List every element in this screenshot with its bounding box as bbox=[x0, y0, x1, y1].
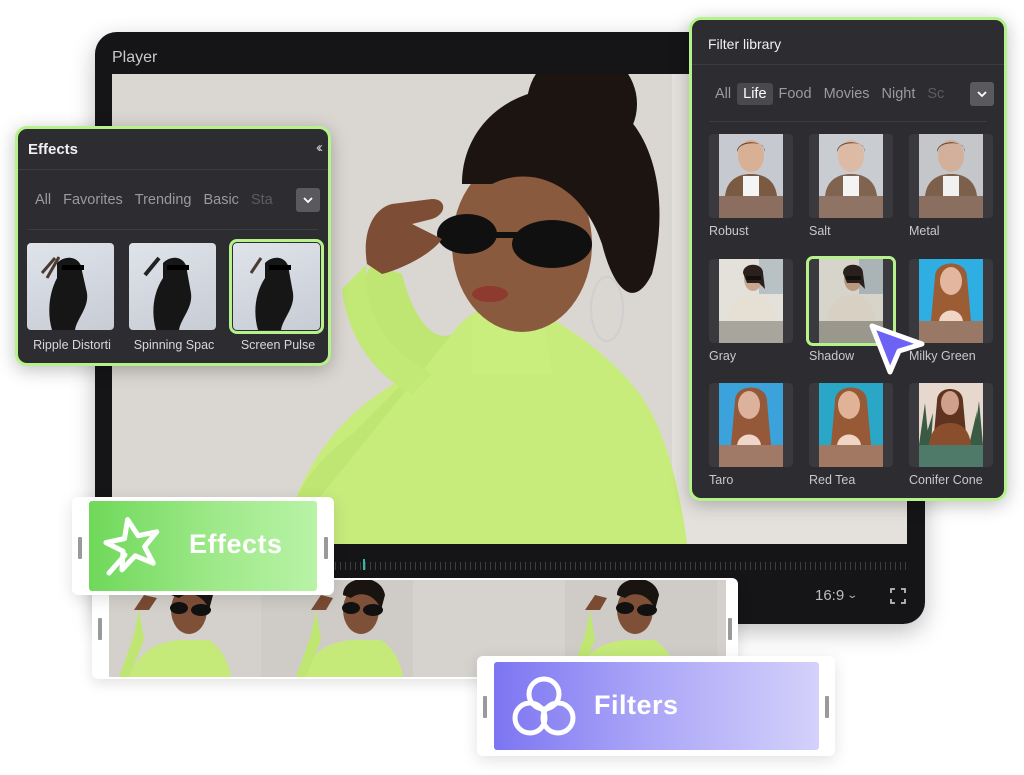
tabs-more-button[interactable] bbox=[296, 188, 320, 212]
filter-label: Gray bbox=[709, 349, 737, 363]
tab-night[interactable]: Night bbox=[876, 83, 922, 105]
effect-item-spinning-space[interactable]: Spinning Spac bbox=[129, 243, 219, 352]
fullscreen-icon[interactable] bbox=[890, 588, 906, 604]
aspect-ratio-value: 16:9 bbox=[815, 587, 845, 604]
effects-panel: Effects ‹‹ All Favorites Trending Basic … bbox=[15, 126, 331, 366]
filter-item-salt[interactable]: Salt bbox=[809, 134, 899, 238]
effects-panel-title: Effects bbox=[28, 141, 79, 158]
effect-label: Ripple Distorti bbox=[33, 338, 111, 352]
tab-life[interactable]: Life bbox=[737, 83, 773, 105]
timeline-ruler[interactable] bbox=[335, 562, 910, 570]
filter-label: Metal bbox=[909, 224, 940, 238]
filter-item-conifer-cone[interactable]: Conifer Cone bbox=[909, 383, 999, 487]
effect-thumbnail bbox=[229, 239, 324, 334]
clip-left-handle[interactable] bbox=[98, 618, 102, 640]
divider bbox=[709, 121, 987, 122]
filter-item-gray[interactable]: Gray bbox=[709, 259, 799, 363]
filter-item-robust[interactable]: Robust bbox=[709, 134, 799, 238]
divider bbox=[18, 169, 328, 170]
filter-thumbnail bbox=[809, 134, 893, 218]
filter-label: Taro bbox=[709, 473, 734, 487]
tab-sc[interactable]: Sc bbox=[921, 83, 950, 105]
effect-item-ripple-distortion[interactable]: Ripple Distorti bbox=[27, 243, 117, 352]
chevron-down-icon: ⌄ bbox=[846, 590, 859, 601]
filters-chip-label: Filters bbox=[594, 690, 679, 720]
tab-sta[interactable]: Sta bbox=[245, 189, 279, 211]
filter-thumbnail bbox=[709, 383, 793, 467]
collapse-icon[interactable]: ‹‹ bbox=[316, 139, 323, 156]
filter-thumbnail bbox=[709, 134, 793, 218]
filter-tabs: All Life Food Movies Night Sc bbox=[709, 83, 971, 105]
filter-panel-title: Filter library bbox=[708, 36, 782, 52]
tab-food[interactable]: Food bbox=[773, 83, 818, 105]
tab-favorites[interactable]: Favorites bbox=[57, 189, 129, 211]
tab-all[interactable]: All bbox=[29, 189, 57, 211]
pointer-cursor-icon bbox=[869, 323, 925, 375]
filter-thumbnail bbox=[909, 383, 993, 467]
tab-trending[interactable]: Trending bbox=[129, 189, 198, 211]
filter-thumbnail bbox=[909, 134, 993, 218]
chevron-down-icon bbox=[977, 90, 987, 97]
divider bbox=[692, 64, 1004, 65]
effect-thumbnail bbox=[27, 243, 114, 330]
playhead[interactable] bbox=[363, 559, 365, 570]
effect-label: Spinning Spac bbox=[133, 338, 215, 352]
tab-all[interactable]: All bbox=[709, 83, 737, 105]
chip-right-handle[interactable] bbox=[825, 696, 829, 718]
chip-left-handle[interactable] bbox=[483, 696, 487, 718]
filters-circles-icon bbox=[512, 676, 576, 736]
filter-label: Salt bbox=[809, 224, 831, 238]
filters-chip-body: Filters bbox=[494, 662, 819, 750]
chip-right-handle[interactable] bbox=[324, 537, 328, 559]
effect-label: Screen Pulse bbox=[240, 338, 316, 352]
effects-track-chip[interactable]: Effects bbox=[72, 497, 334, 595]
effects-chip-body: Effects bbox=[89, 501, 317, 591]
clip-right-handle[interactable] bbox=[728, 618, 732, 640]
filter-label: Robust bbox=[709, 224, 749, 238]
effect-thumbnail bbox=[129, 243, 216, 330]
divider bbox=[28, 229, 318, 230]
filter-item-taro[interactable]: Taro bbox=[709, 383, 799, 487]
aspect-ratio-dropdown[interactable]: 16:9 ⌄ bbox=[815, 587, 859, 604]
tabs-more-button[interactable] bbox=[970, 82, 994, 106]
tab-basic[interactable]: Basic bbox=[197, 189, 244, 211]
effects-chip-label: Effects bbox=[189, 529, 283, 559]
filter-thumbnail bbox=[709, 259, 793, 343]
effects-tabs: All Favorites Trending Basic Sta bbox=[29, 189, 299, 211]
filter-item-metal[interactable]: Metal bbox=[909, 134, 999, 238]
tab-movies[interactable]: Movies bbox=[818, 83, 876, 105]
filter-label: Red Tea bbox=[809, 473, 856, 487]
star-sparkle-icon bbox=[103, 517, 160, 576]
filters-track-chip[interactable]: Filters bbox=[477, 656, 835, 756]
filter-item-red-tea[interactable]: Red Tea bbox=[809, 383, 899, 487]
effect-item-screen-pulse[interactable]: Screen Pulse bbox=[229, 239, 324, 352]
chip-left-handle[interactable] bbox=[78, 537, 82, 559]
filter-label: Conifer Cone bbox=[909, 473, 983, 487]
player-title: Player bbox=[112, 49, 158, 66]
filter-thumbnail bbox=[809, 383, 893, 467]
filter-library-panel: Filter library All Life Food Movies Nigh… bbox=[689, 17, 1007, 501]
chevron-down-icon bbox=[303, 196, 313, 203]
